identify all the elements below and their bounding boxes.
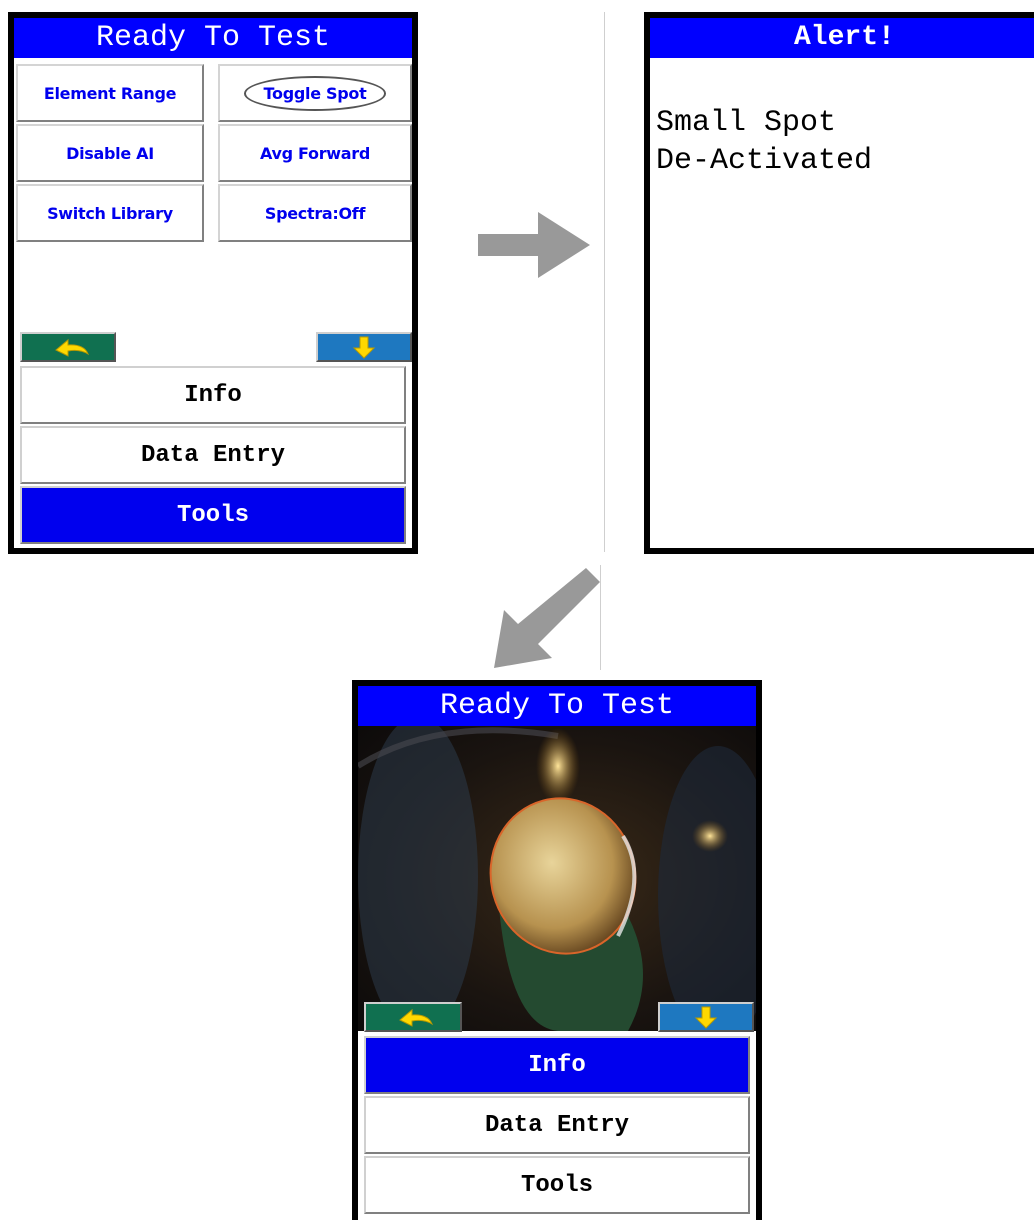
toggle-spot-button[interactable]: Toggle Spot [218,64,412,122]
menu-data-entry[interactable]: Data Entry [20,426,406,484]
menu-tools[interactable]: Tools [20,486,406,544]
alert-message: Small Spot De-Activated [650,58,1034,180]
down-button[interactable] [316,332,412,362]
menu-info[interactable]: Info [364,1036,750,1094]
back-arrow-icon [55,338,90,357]
menu-data-entry[interactable]: Data Entry [364,1096,750,1154]
camera-view [358,726,756,1031]
element-range-button[interactable]: Element Range [16,64,204,122]
avg-forward-button[interactable]: Avg Forward [218,124,412,182]
tools-screen: Ready To Test Element Range Toggle Spot … [8,12,418,554]
down-button[interactable] [658,1002,754,1032]
alert-message-line-1: Small Spot [656,106,837,140]
back-arrow-icon [399,1008,434,1027]
button-label: Element Range [43,83,177,103]
alert-message-line-2: De-Activated [656,144,873,178]
screen-title: Ready To Test [14,18,412,58]
divider-line [604,12,605,552]
button-label: Switch Library [47,203,173,223]
alert-title: Alert! [650,18,1034,58]
menu-label: Data Entry [140,441,286,469]
switch-library-button[interactable]: Switch Library [16,184,204,242]
menu-label: Info [184,381,242,409]
button-label: Spectra:Off [264,203,366,223]
menu-label: Tools [520,1171,593,1199]
down-arrow-icon [352,336,376,359]
button-label: Avg Forward [259,143,371,163]
menu-info[interactable]: Info [20,366,406,424]
screen-title: Ready To Test [358,686,756,726]
down-arrow-icon [694,1006,718,1029]
disable-ai-button[interactable]: Disable AI [16,124,204,182]
spectra-button[interactable]: Spectra:Off [218,184,412,242]
button-label: Disable AI [66,143,154,163]
back-button[interactable] [364,1002,462,1032]
alert-screen: Alert! Small Spot De-Activated [644,12,1034,554]
right-arrow-icon [478,212,590,278]
menu-label: Data Entry [484,1111,630,1139]
menu-label: Tools [176,501,249,529]
back-button[interactable] [20,332,116,362]
button-label: Toggle Spot [243,75,387,111]
menu-label: Info [528,1051,586,1079]
menu-tools[interactable]: Tools [364,1156,750,1214]
down-left-arrow-icon [494,568,600,668]
camera-screen: Ready To Test Info Data Entry Tools [352,680,762,1220]
divider-line [600,565,601,670]
